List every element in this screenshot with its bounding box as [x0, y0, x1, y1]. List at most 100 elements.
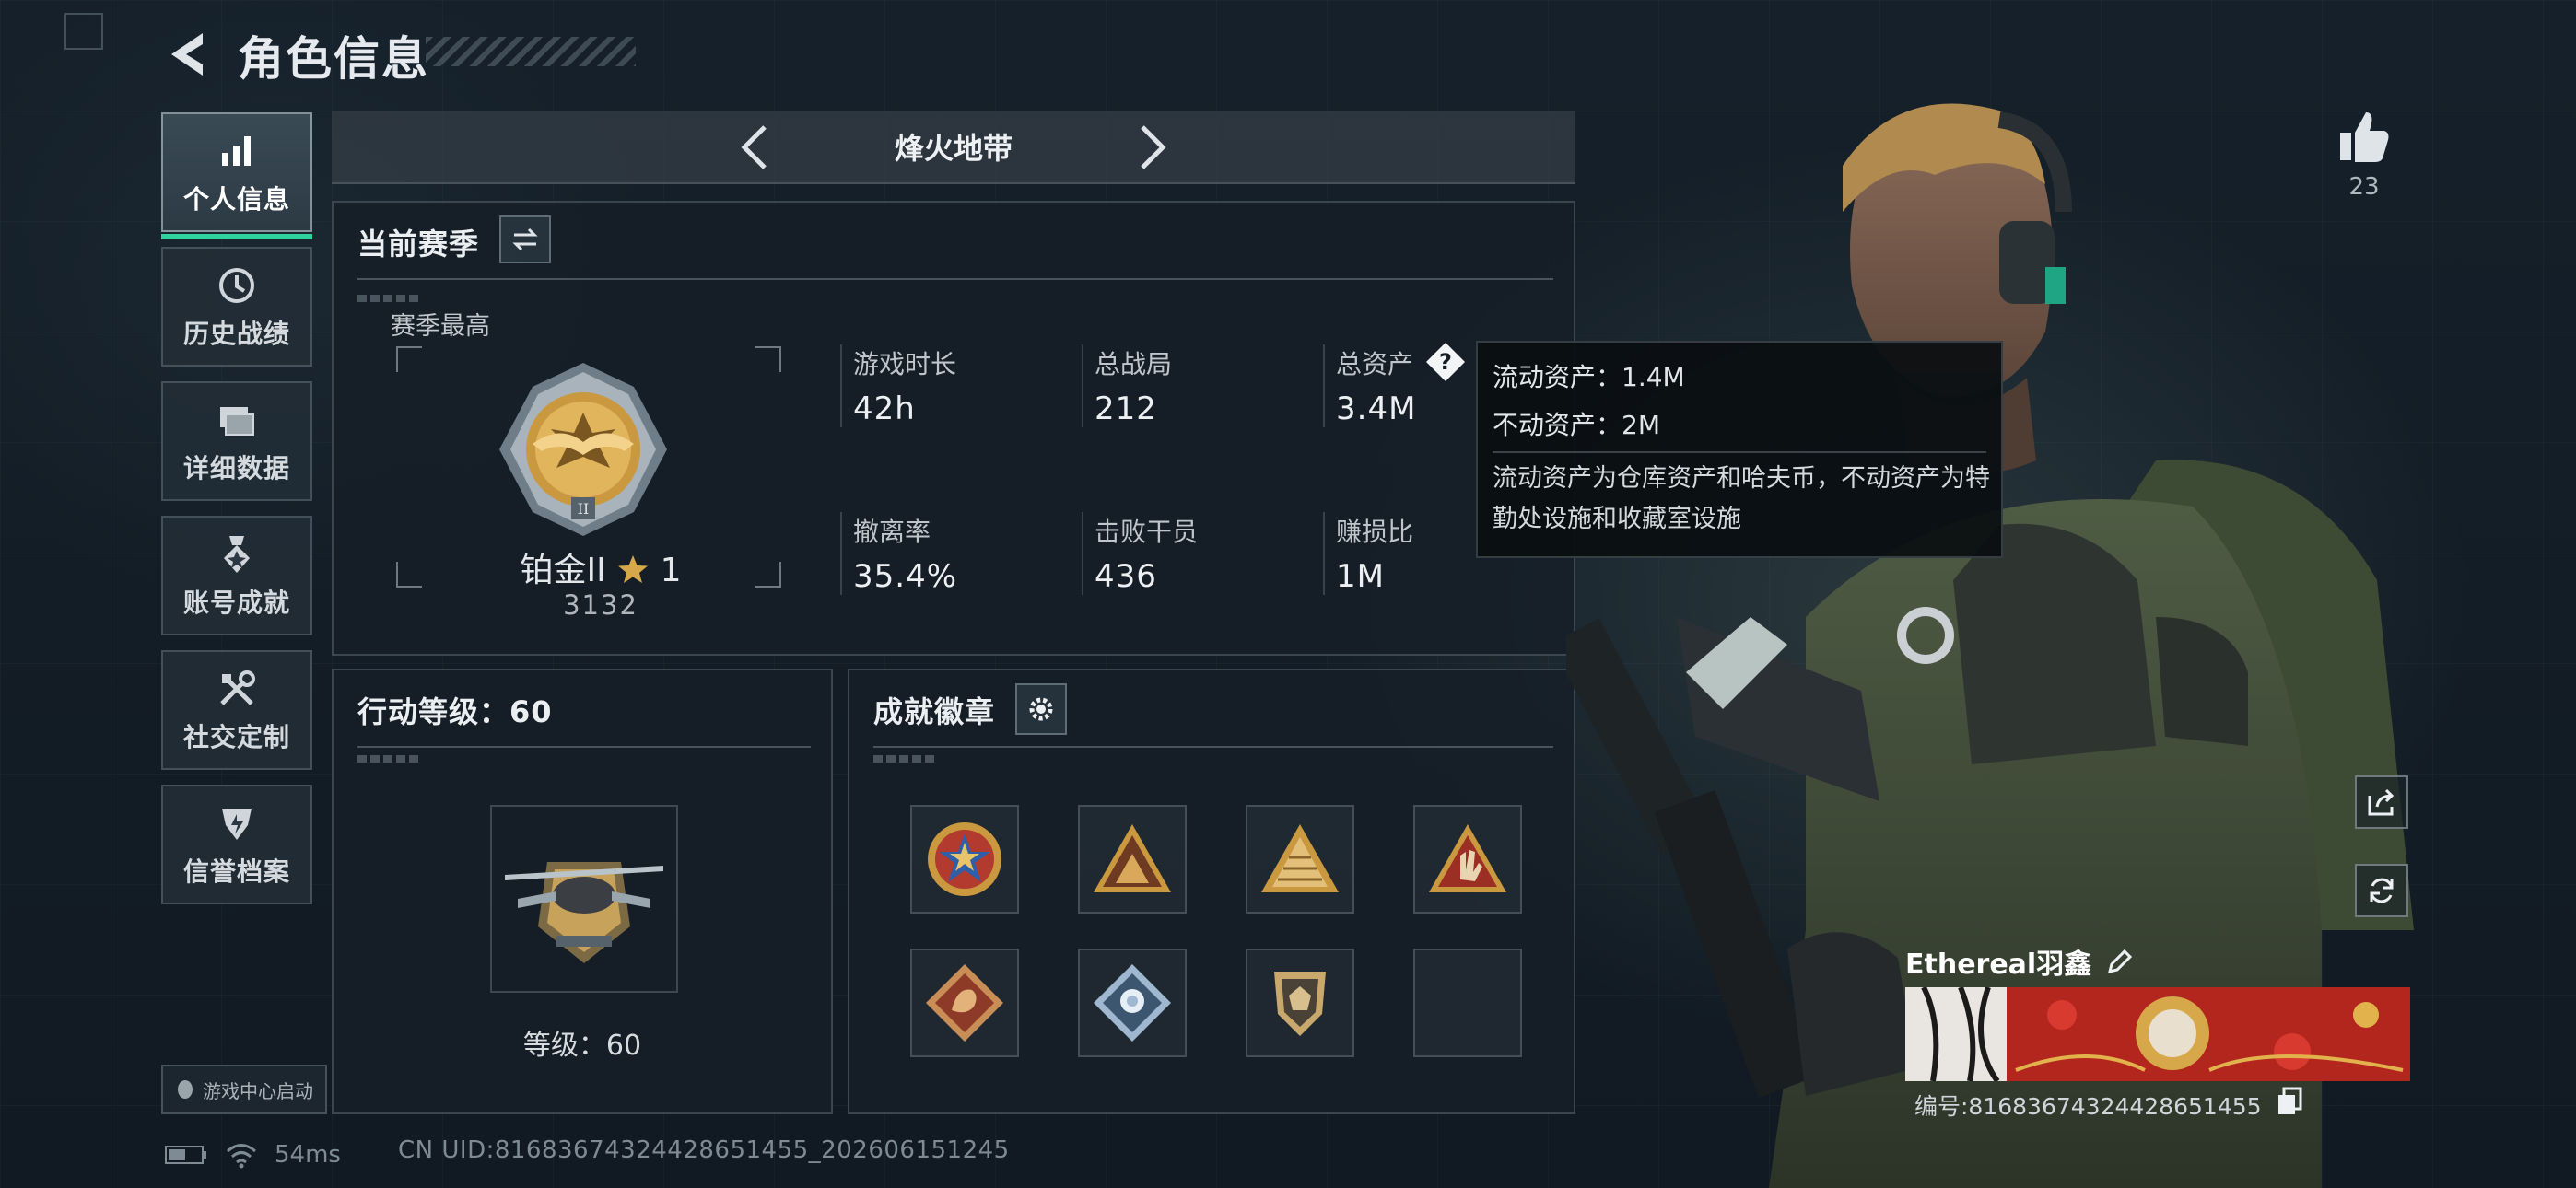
nav-label: 历史战绩 — [182, 319, 290, 349]
nav-item-history[interactable]: 历史战绩 — [161, 247, 312, 367]
shield-badge-icon — [1274, 972, 1326, 1036]
season-subtitle: 赛季最高 — [391, 312, 490, 341]
back-button[interactable] — [164, 28, 208, 81]
nav-label: 社交定制 — [182, 722, 290, 752]
share-button[interactable] — [2355, 775, 2408, 829]
achievements-title: 成就徽章 — [873, 694, 996, 729]
help-icon[interactable]: ? — [1424, 341, 1467, 383]
divider — [873, 746, 1553, 748]
edit-pencil-icon[interactable] — [2106, 948, 2134, 975]
decor-corner-box — [64, 13, 103, 50]
decor-stripes — [357, 295, 422, 302]
ping-value: 54ms — [275, 1141, 341, 1169]
star-badge-icon — [928, 822, 1001, 896]
stat-label: 总战局 — [1095, 349, 1173, 379]
page-title: 角色信息 — [238, 32, 429, 86]
battery-icon — [165, 1146, 206, 1164]
helicopter-level-badge-icon — [505, 862, 663, 963]
mode-selector: 烽火地带 — [332, 111, 1575, 184]
season-panel: 当前赛季 赛季最高 II 铂金II 1 3132 游戏时长 42h 总战局 21… — [332, 201, 1575, 656]
swap-icon — [512, 227, 538, 251]
rank-score: 3132 — [563, 589, 638, 621]
rank-name-row: 铂金II 1 — [463, 543, 739, 591]
refresh-button[interactable] — [2355, 864, 2408, 917]
nav-label: 账号成就 — [182, 588, 290, 618]
stat-label: 击败干员 — [1095, 517, 1199, 547]
back-arrow-icon — [171, 33, 203, 76]
launch-label: 游戏中心启动 — [203, 1079, 313, 1102]
achievement-empty-slot[interactable] — [1413, 949, 1522, 1057]
nav-item-personal-info[interactable]: 个人信息 — [161, 112, 312, 239]
chevron-right-icon — [1141, 125, 1166, 169]
decor-stripes — [357, 755, 422, 763]
stat-label: 游戏时长 — [853, 349, 957, 379]
divider — [1493, 451, 1986, 453]
thumbs-up-icon — [2340, 112, 2389, 162]
bar-chart-icon — [214, 128, 260, 174]
pyramid-badge-icon — [1261, 824, 1339, 892]
stat-label: 撤离率 — [853, 517, 931, 547]
achievement-badge[interactable] — [1246, 805, 1354, 914]
title-decor-stripes — [426, 37, 636, 66]
status-bar: 54ms — [164, 1136, 341, 1173]
season-switch-button[interactable] — [499, 215, 551, 263]
gear-icon — [1029, 697, 1053, 721]
stat-value: 42h — [853, 390, 916, 427]
mountain-badge-icon — [1094, 824, 1171, 892]
player-name-card-banner[interactable] — [1905, 987, 2410, 1081]
stat-value: 35.4% — [853, 558, 958, 595]
operation-level-panel: 行动等级：60 等级：60 — [332, 669, 833, 1114]
tooltip-fixed-assets: 不动资产：2M — [1493, 410, 1660, 440]
achievement-badge[interactable] — [910, 805, 1019, 914]
like-button[interactable] — [2336, 109, 2392, 164]
achievement-badge[interactable] — [910, 949, 1019, 1057]
badge-settings-button[interactable] — [1015, 683, 1067, 735]
svg-text:II: II — [578, 500, 590, 518]
player-name-row: Ethereal羽鑫 — [1905, 941, 2134, 982]
player-name: Ethereal羽鑫 — [1905, 949, 2092, 981]
like-count: 23 — [2348, 173, 2380, 201]
game-center-launch-button[interactable]: 游戏中心启动 — [161, 1065, 327, 1114]
decor-stripes — [873, 755, 938, 763]
level-title: 行动等级：60 — [357, 694, 553, 729]
nav-item-social-custom[interactable]: 社交定制 — [161, 650, 312, 770]
season-title: 当前赛季 — [357, 227, 480, 262]
refresh-icon — [2370, 878, 2394, 903]
level-text: 等级：60 — [522, 1030, 642, 1062]
svg-text:?: ? — [1439, 349, 1452, 375]
rank-name: 铂金II — [520, 552, 606, 589]
stat-value: 1M — [1336, 558, 1385, 595]
stat-value: 212 — [1095, 390, 1157, 427]
copy-icon[interactable] — [2276, 1087, 2303, 1116]
penguin-icon — [178, 1080, 193, 1099]
achievement-badge[interactable] — [1078, 949, 1187, 1057]
dragon-badge-icon — [926, 964, 1003, 1042]
achievement-badge[interactable] — [1078, 805, 1187, 914]
achievement-badge[interactable] — [1413, 805, 1522, 914]
flower-badge-icon — [1094, 964, 1171, 1042]
player-id: 编号:8168367432442865​1455 — [1914, 1093, 2262, 1120]
nav-label: 个人信息 — [182, 184, 290, 215]
mode-title: 烽火地带 — [894, 131, 1013, 166]
history-icon — [214, 262, 260, 309]
uid-text: CN UID:81683674324428651455_202606151245 — [398, 1136, 1010, 1164]
mode-next-button[interactable] — [1124, 120, 1179, 175]
stat-operators-defeated: 击败干员 436 — [1082, 512, 1312, 595]
achievement-badges-panel: 成就徽章 — [848, 669, 1575, 1114]
level-badge-frame — [490, 805, 678, 993]
stat-play-time: 游戏时长 42h — [840, 344, 1071, 427]
platinum-rank-badge-icon: II — [496, 359, 671, 540]
tooltip-description: 流动资产为仓库资产和哈夫币，不动资产为特勤处设施和收藏室设施 — [1493, 464, 1990, 533]
nav-item-detailed-data[interactable]: 详细数据 — [161, 381, 312, 501]
nav-label: 信誉档案 — [182, 856, 290, 887]
nav-item-credit-record[interactable]: 信誉档案 — [161, 785, 312, 904]
assets-tooltip: 流动资产：1.4M 不动资产：2M 流动资产为仓库资产和哈夫币，不动资产为特勤处… — [1476, 341, 2003, 558]
stat-value: 436 — [1095, 558, 1157, 595]
wifi-icon — [227, 1144, 256, 1169]
stat-total-matches: 总战局 212 — [1082, 344, 1312, 427]
medal-icon — [214, 531, 260, 577]
nav-label: 详细数据 — [182, 453, 290, 483]
achievement-badge[interactable] — [1246, 949, 1354, 1057]
share-icon — [2368, 788, 2395, 816]
nav-item-achievements[interactable]: 账号成就 — [161, 516, 312, 635]
